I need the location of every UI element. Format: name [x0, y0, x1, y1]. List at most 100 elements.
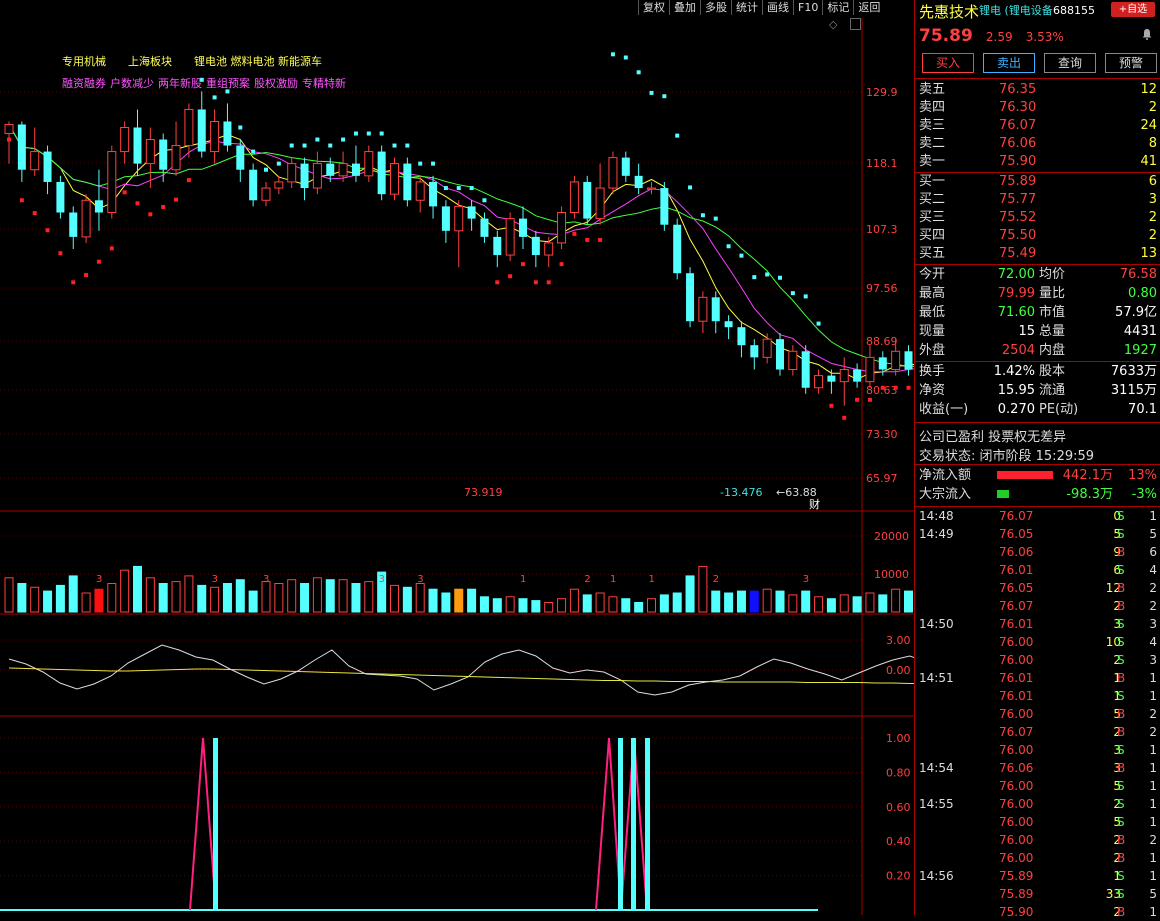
candle[interactable] — [403, 157, 412, 207]
concept-tag[interactable]: 专用机械 — [62, 55, 106, 68]
candle[interactable] — [4, 121, 14, 164]
candle[interactable] — [133, 109, 142, 176]
add-watchlist-button[interactable]: +自选 — [1111, 2, 1155, 17]
toolbar-button[interactable]: 画线 — [762, 0, 793, 15]
alert-button[interactable]: 预警 — [1105, 53, 1157, 73]
concept-tag[interactable]: 上海板块 — [128, 55, 172, 68]
candle[interactable] — [429, 175, 438, 219]
tick-row[interactable]: 76.06 9 B 6 — [915, 543, 1160, 561]
toolbar-button[interactable]: 返回 — [853, 0, 884, 15]
concept-tag[interactable]: 户数减少 — [110, 77, 154, 90]
stock-name[interactable]: 先惠技术 — [919, 1, 979, 22]
tick-row[interactable]: 76.00 2 B 1 — [915, 849, 1160, 867]
candle[interactable] — [261, 181, 271, 207]
tick-row[interactable]: 14:48 76.07 0 S 1 — [915, 507, 1160, 525]
stock-sector[interactable]: 锂电 (锂电设备 — [979, 2, 1053, 18]
candle[interactable] — [377, 145, 386, 201]
candle[interactable] — [56, 175, 65, 219]
candle[interactable] — [30, 127, 40, 176]
candle[interactable] — [583, 175, 592, 225]
toolbar-button[interactable]: 复权 — [638, 0, 669, 15]
tick-row[interactable]: 76.01 1 S 1 — [915, 687, 1160, 705]
bell-icon[interactable] — [1141, 28, 1153, 40]
buy-button[interactable]: 买入 — [922, 53, 974, 73]
candle[interactable] — [711, 291, 720, 334]
candle[interactable] — [69, 206, 78, 249]
candle[interactable] — [557, 206, 567, 249]
candle[interactable] — [865, 345, 875, 388]
toolbar-button[interactable]: F10 — [793, 0, 822, 15]
tick-row[interactable]: 14:50 76.01 3 S 3 — [915, 615, 1160, 633]
candle[interactable] — [839, 357, 849, 406]
tick-row[interactable]: 14:55 76.00 2 S 1 — [915, 795, 1160, 813]
tick-row[interactable]: 76.00 2 B 2 — [915, 831, 1160, 849]
candle[interactable] — [801, 345, 810, 394]
finance-badge[interactable]: 财 — [809, 497, 820, 511]
candle[interactable] — [608, 151, 618, 195]
candle[interactable] — [351, 145, 360, 182]
candle[interactable] — [223, 103, 232, 152]
concept-tag[interactable]: 重组预案 — [206, 77, 250, 90]
tick-row[interactable]: 14:49 76.05 5 S 5 — [915, 525, 1160, 543]
tick-row[interactable]: 76.00 5 S 1 — [915, 813, 1160, 831]
candle[interactable] — [390, 157, 399, 201]
concept-tag[interactable]: 股权激励 — [254, 77, 298, 90]
concept-tag[interactable]: 锂电池 燃料电池 新能源车 — [194, 55, 322, 68]
candle[interactable] — [441, 200, 450, 243]
candle[interactable] — [762, 333, 772, 364]
candle[interactable] — [184, 103, 194, 158]
tick-row[interactable]: 76.00 10 S 4 — [915, 633, 1160, 651]
tick-row[interactable]: 14:51 76.01 1 B 1 — [915, 669, 1160, 687]
tick-row[interactable]: 14:54 76.06 3 B 1 — [915, 759, 1160, 777]
toolbar-button[interactable]: 叠加 — [669, 0, 700, 15]
tick-row[interactable]: 76.00 3 S 1 — [915, 741, 1160, 759]
candle[interactable] — [197, 91, 206, 158]
candle[interactable] — [312, 151, 322, 195]
candle[interactable] — [210, 109, 220, 164]
candle[interactable] — [737, 321, 746, 358]
concept-tag[interactable]: 两年新股 — [158, 77, 202, 90]
toolbar-button[interactable]: 多股 — [700, 0, 731, 15]
candle[interactable] — [814, 369, 824, 394]
concept-tag[interactable]: 融资融券 — [62, 77, 106, 90]
candle[interactable] — [120, 121, 130, 164]
candle[interactable] — [595, 163, 605, 225]
candle[interactable] — [531, 230, 540, 268]
candle[interactable] — [673, 218, 682, 280]
kline-chart[interactable]: 129.9118.1107.397.5688.6980.6373.3065.97… — [0, 0, 1068, 915]
candle[interactable] — [621, 151, 630, 182]
candle[interactable] — [159, 133, 168, 182]
tick-row[interactable]: 76.01 6 S 4 — [915, 561, 1160, 579]
panel-toggle-box[interactable] — [850, 18, 861, 30]
sell-button[interactable]: 卖出 — [983, 53, 1035, 73]
candle[interactable] — [686, 267, 695, 328]
candle[interactable] — [249, 163, 258, 207]
candle[interactable] — [904, 345, 913, 376]
tick-row[interactable]: 76.00 5 B 2 — [915, 705, 1160, 723]
candle[interactable] — [107, 145, 117, 219]
chart-area[interactable]: 129.9 118.1 107.3 97.56 88.69 80.63 73.30 65.97… — [0, 0, 1068, 915]
candle[interactable] — [853, 363, 862, 388]
concept-tag[interactable]: 专精特新 — [302, 77, 346, 90]
candle[interactable] — [171, 121, 181, 176]
tick-row[interactable]: 14:56 75.89 1 S 1 — [915, 867, 1160, 885]
candle[interactable] — [236, 139, 245, 182]
candle[interactable] — [493, 230, 502, 268]
tick-row[interactable]: 75.89 33 S 5 — [915, 885, 1160, 903]
candle[interactable] — [647, 181, 656, 195]
query-button[interactable]: 查询 — [1044, 53, 1096, 73]
diamond-icon[interactable]: ◇ — [829, 18, 837, 31]
tick-row[interactable]: 76.07 2 B 2 — [915, 597, 1160, 615]
toolbar-button[interactable]: 标记 — [822, 0, 853, 15]
candle[interactable] — [454, 200, 464, 268]
tick-row[interactable]: 76.00 2 S 3 — [915, 651, 1160, 669]
candle[interactable] — [43, 145, 52, 195]
candle[interactable] — [364, 145, 374, 182]
tick-row[interactable]: 76.00 5 S 1 — [915, 777, 1160, 795]
candle[interactable] — [81, 194, 91, 243]
candle[interactable] — [519, 206, 527, 249]
toolbar-button[interactable]: 统计 — [731, 0, 762, 15]
candle[interactable] — [788, 345, 798, 376]
candle[interactable] — [274, 175, 284, 195]
candle[interactable] — [505, 212, 515, 262]
